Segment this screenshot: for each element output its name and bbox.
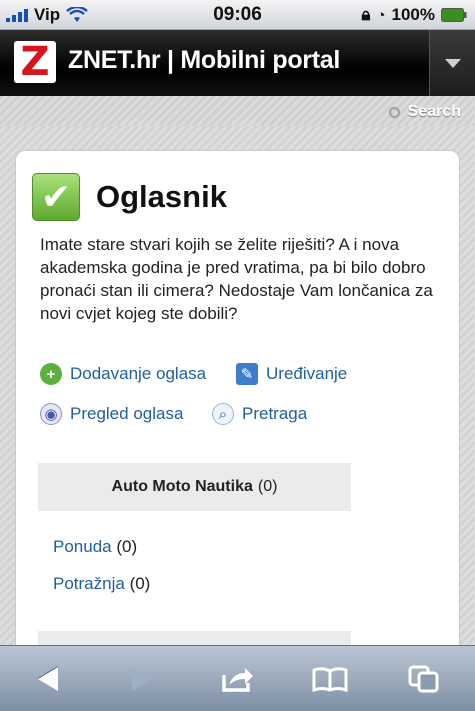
subcategory-label: Potražnja <box>53 574 125 593</box>
oglasnik-card: ✔ Oglasnik Imate stare stvari kojih se ž… <box>15 150 460 671</box>
view-listings-label: Pregled oglasa <box>70 404 184 423</box>
znet-logo[interactable]: Z <box>14 39 56 85</box>
bookmarks-icon <box>312 667 348 692</box>
edit-icon: ✎ <box>236 363 258 385</box>
status-right-group: 🔒︎ ◔ 100% <box>361 5 467 25</box>
search-listings-label: Pretraga <box>242 404 308 423</box>
chevron-down-icon <box>444 58 461 68</box>
checkmark-icon: ✔ <box>32 173 80 221</box>
forward-button[interactable] <box>122 664 162 694</box>
browser-toolbar <box>0 645 475 711</box>
battery-icon <box>441 8 467 22</box>
edit-link[interactable]: ✎ Uređivanje <box>236 363 347 385</box>
subcategory-potraznja[interactable]: Potražnja (0) <box>53 574 150 594</box>
share-button[interactable] <box>218 664 258 694</box>
status-bar: Vip 09:06 🔒︎ ◔ 100% <box>0 0 475 30</box>
category-count: (0) <box>257 478 278 495</box>
search-dot-icon <box>388 106 400 118</box>
search-label: Search <box>407 103 461 120</box>
view-listings-link[interactable]: ◉ Pregled oglasa <box>40 403 183 425</box>
search-icon: ⌕ <box>212 403 234 425</box>
forward-icon <box>132 667 152 691</box>
search-link[interactable]: Search <box>388 103 461 121</box>
battery-label: 100% <box>391 5 435 24</box>
eye-icon: ◉ <box>40 403 62 425</box>
category-name: Auto Moto Nautika <box>111 478 253 495</box>
back-icon <box>38 667 58 691</box>
subcategory-count: (0) <box>129 574 151 593</box>
edit-label: Uređivanje <box>266 364 348 383</box>
subcategory-ponuda[interactable]: Ponuda (0) <box>53 537 137 557</box>
section-description: Imate stare stvari kojih se želite riješ… <box>40 235 433 323</box>
bookmarks-button[interactable] <box>310 664 350 694</box>
category-header[interactable]: Auto Moto Nautika (0) <box>38 463 351 511</box>
tabs-button[interactable] <box>404 664 444 694</box>
add-icon: + <box>40 363 62 385</box>
subcategory-label: Ponuda <box>53 537 112 556</box>
logo-letter: Z <box>20 39 50 85</box>
search-listings-link[interactable]: ⌕ Pretraga <box>212 403 307 425</box>
alarm-icon: ◔ <box>376 6 386 24</box>
search-strip: Search <box>0 96 475 126</box>
page-title: Oglasnik <box>96 179 227 214</box>
back-button[interactable] <box>28 664 68 694</box>
rotation-lock-icon: 🔒︎ <box>361 5 371 24</box>
share-icon <box>222 668 253 692</box>
menu-button[interactable] <box>429 30 475 96</box>
add-listing-link[interactable]: + Dodavanje oglasa <box>40 363 206 385</box>
site-title[interactable]: ZNET.hr | Mobilni portal <box>68 46 340 75</box>
add-listing-label: Dodavanje oglasa <box>70 364 207 383</box>
subcategory-count: (0) <box>116 537 138 556</box>
tabs-icon <box>408 665 439 693</box>
site-header: Z ZNET.hr | Mobilni portal <box>0 30 475 96</box>
